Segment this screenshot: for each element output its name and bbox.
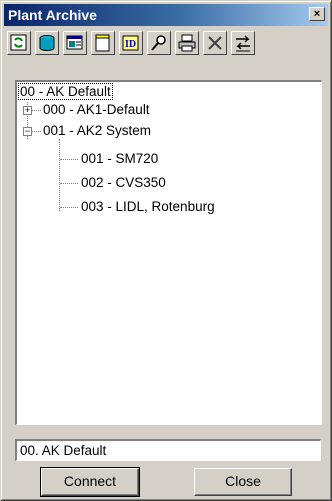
delete-icon bbox=[208, 36, 222, 50]
plant-archive-window: Plant Archive × ID 00 - AK Default + 000… bbox=[0, 0, 332, 501]
tree-connector bbox=[31, 131, 41, 132]
tree-node-ak2[interactable]: 001 - AK2 System bbox=[43, 122, 151, 140]
connect-button[interactable]: Connect bbox=[40, 467, 140, 497]
delete-button[interactable] bbox=[203, 31, 227, 55]
svg-text:ID: ID bbox=[125, 39, 136, 50]
tree-connector bbox=[60, 207, 78, 208]
print-icon bbox=[178, 34, 196, 52]
plant-tree[interactable]: 00 - AK Default + 000 - AK1-Default − 00… bbox=[15, 80, 322, 425]
id-button[interactable]: ID bbox=[119, 31, 143, 55]
properties-button[interactable] bbox=[63, 31, 87, 55]
database-icon bbox=[39, 35, 55, 51]
close-button[interactable]: Close bbox=[194, 468, 292, 496]
new-document-button[interactable] bbox=[91, 31, 115, 55]
id-icon: ID bbox=[122, 35, 139, 51]
tree-connector bbox=[59, 139, 60, 211]
tree-node-cvs350[interactable]: 002 - CVS350 bbox=[81, 174, 166, 192]
search-button[interactable] bbox=[147, 31, 171, 55]
toolbar: ID bbox=[7, 31, 325, 57]
properties-icon bbox=[66, 35, 83, 50]
close-window-button[interactable]: × bbox=[309, 7, 325, 21]
title-bar[interactable]: Plant Archive × bbox=[4, 4, 328, 26]
tree-node-sm720[interactable]: 001 - SM720 bbox=[81, 150, 158, 168]
new-document-icon bbox=[95, 34, 110, 52]
tree-node-ak1[interactable]: 000 - AK1-Default bbox=[43, 101, 150, 119]
print-button[interactable] bbox=[175, 31, 199, 55]
transfer-button[interactable] bbox=[231, 31, 255, 55]
search-icon bbox=[151, 35, 166, 51]
database-button[interactable] bbox=[35, 31, 59, 55]
tree-root-label[interactable]: 00 - AK Default bbox=[18, 83, 113, 100]
refresh-button[interactable] bbox=[7, 31, 31, 55]
collapse-icon[interactable]: − bbox=[23, 127, 32, 136]
tree-connector bbox=[60, 183, 78, 184]
window-title: Plant Archive bbox=[8, 7, 97, 23]
tree-connector bbox=[60, 159, 78, 160]
expand-icon[interactable]: + bbox=[23, 106, 32, 115]
selected-plant-field[interactable] bbox=[15, 439, 321, 461]
tree-root[interactable]: 00 - AK Default bbox=[18, 83, 113, 101]
tree-connector bbox=[31, 110, 41, 111]
tree-node-lidl[interactable]: 003 - LIDL, Rotenburg bbox=[81, 198, 215, 216]
refresh-icon bbox=[10, 34, 27, 51]
transfer-icon bbox=[236, 35, 250, 52]
